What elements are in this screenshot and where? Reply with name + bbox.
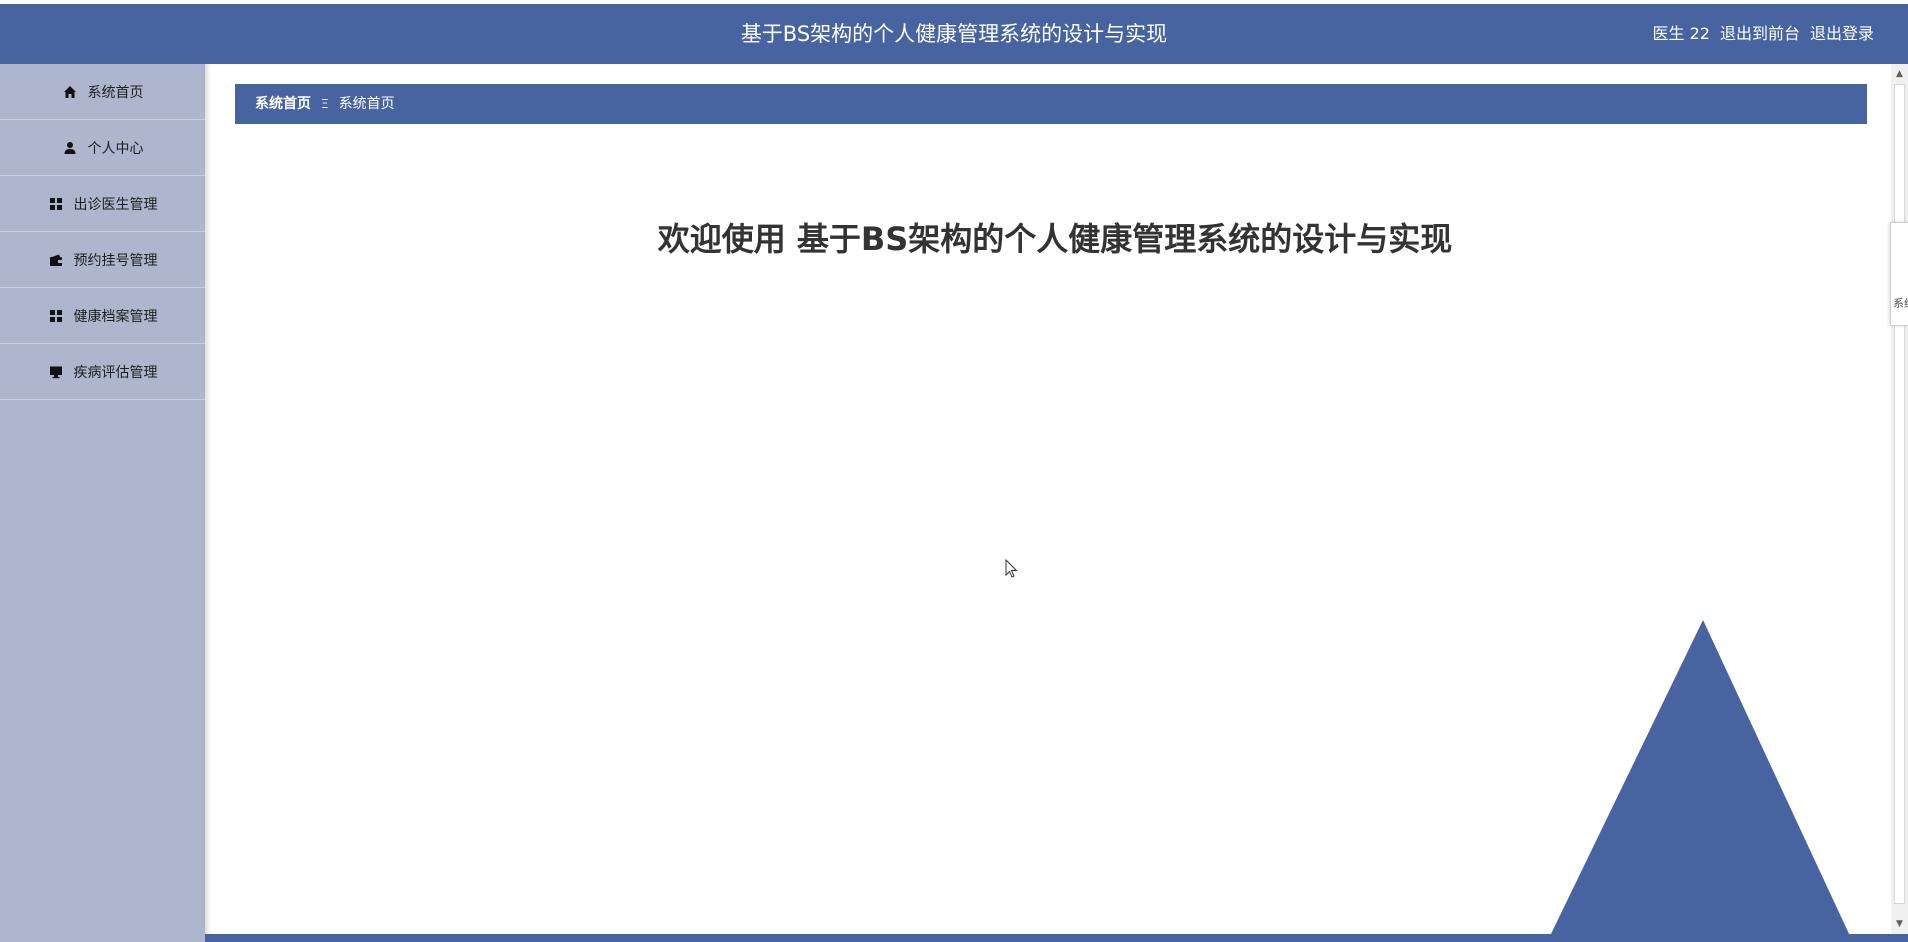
user-icon xyxy=(62,140,78,156)
scroll-thumb[interactable] xyxy=(1894,84,1905,904)
sidebar-item-label: 出诊医生管理 xyxy=(73,196,158,213)
vertical-scrollbar[interactable]: ▲ ▼ xyxy=(1891,64,1908,934)
sidebar-item-label: 预约挂号管理 xyxy=(73,252,158,269)
side-tab-label: 系统 xyxy=(1893,297,1908,310)
sidebar-item-label: 系统首页 xyxy=(87,84,144,101)
welcome-heading: 欢迎使用 基于BS架构的个人健康管理系统的设计与实现 xyxy=(657,220,1453,258)
sidebar-item-label: 疾病评估管理 xyxy=(73,364,158,381)
grid-icon xyxy=(48,308,64,324)
sidebar-item-home[interactable]: 系统首页 xyxy=(0,64,205,120)
sidebar-item-label: 个人中心 xyxy=(87,140,144,157)
grid-icon xyxy=(48,196,64,212)
sidebar: 系统首页 个人中心 出诊医生管理 预约挂号管理 健康档案管理 疾病评估管理 xyxy=(0,64,205,942)
bottom-bar xyxy=(205,934,1908,942)
breadcrumb-current: 系统首页 xyxy=(338,96,395,112)
sidebar-item-label: 健康档案管理 xyxy=(73,308,158,325)
sidebar-item-disease-assessment[interactable]: 疾病评估管理 xyxy=(0,344,205,400)
scroll-down-arrow[interactable]: ▼ xyxy=(1891,916,1908,932)
breadcrumb-home[interactable]: 系统首页 xyxy=(255,84,311,124)
top-header: 基于BS架构的个人健康管理系统的设计与实现 医生 22 退出到前台 退出登录 xyxy=(0,4,1908,64)
sidebar-item-doctors[interactable]: 出诊医生管理 xyxy=(0,176,205,232)
decorative-triangle xyxy=(1550,620,1850,936)
side-floating-tab[interactable]: 系统 xyxy=(1890,222,1908,326)
header-actions: 医生 22 退出到前台 退出登录 xyxy=(1653,4,1874,64)
sidebar-item-health-records[interactable]: 健康档案管理 xyxy=(0,288,205,344)
wallet-icon xyxy=(48,252,64,268)
app-title: 基于BS架构的个人健康管理系统的设计与实现 xyxy=(740,22,1168,46)
current-user: 医生 22 xyxy=(1652,24,1710,43)
home-icon xyxy=(62,84,78,100)
logout-link[interactable]: 退出登录 xyxy=(1810,4,1874,64)
sidebar-item-appointments[interactable]: 预约挂号管理 xyxy=(0,232,205,288)
mouse-cursor-icon xyxy=(1005,559,1018,578)
breadcrumb-separator: Ξ xyxy=(321,97,329,111)
to-frontend-link[interactable]: 退出到前台 xyxy=(1720,4,1800,64)
breadcrumb: 系统首页 Ξ 系统首页 xyxy=(235,84,1867,124)
sidebar-item-profile[interactable]: 个人中心 xyxy=(0,120,205,176)
scroll-up-arrow[interactable]: ▲ xyxy=(1891,66,1908,82)
monitor-icon xyxy=(48,364,64,380)
